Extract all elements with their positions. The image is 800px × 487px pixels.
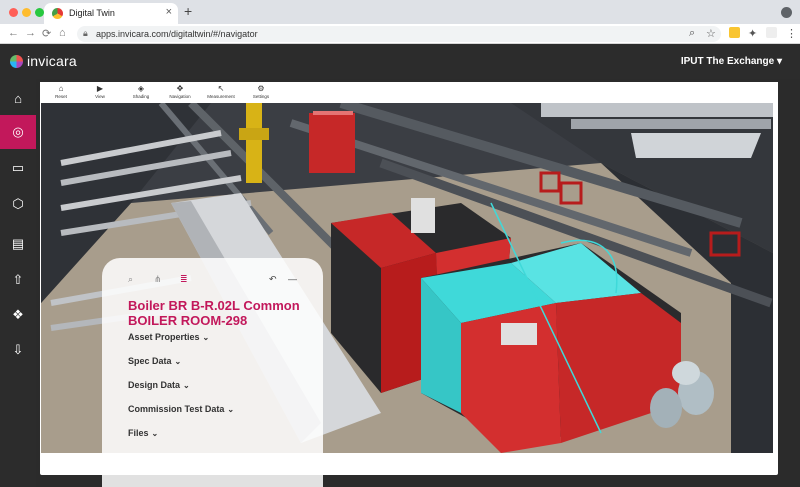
chevron-down-icon: ⌄ — [174, 357, 182, 366]
reset-button[interactable]: ⌂ Reset — [44, 84, 78, 100]
sidebar-item-navigator[interactable]: ◎ — [0, 115, 36, 149]
asset-info-panel: ⌕ ⋔ ≣ ↶ — Boiler BR B-R.02L Common BOILE… — [102, 258, 323, 487]
invicara-logo-icon — [10, 55, 23, 68]
asset-title: Boiler BR B-R.02L Common BOILER ROOM-298 — [128, 298, 318, 328]
hierarchy-icon[interactable]: ⋔ — [154, 274, 162, 285]
brand-name: invicara — [27, 53, 77, 69]
project-selector[interactable]: IPUT The Exchange ▾ — [681, 56, 782, 67]
browser-tab[interactable]: Digital Twin × — [44, 3, 178, 24]
home-nav-icon[interactable]: ⌂ — [59, 27, 66, 39]
sidebar-item-home[interactable]: ⌂ — [0, 81, 36, 115]
address-bar[interactable]: 🔒︎ apps.invicara.com/digitaltwin/#/navig… — [77, 26, 721, 42]
kebab-menu-icon[interactable]: ⋮ — [786, 27, 797, 40]
browser-tab-bar: Digital Twin × + — [0, 0, 800, 24]
back-arrow-icon[interactable]: ↶ — [269, 274, 277, 285]
close-window-button[interactable] — [9, 8, 18, 17]
sidebar: ⌂ ◎ ▭ ⬡ ▤ ⇧ ❖ ⇩ — [0, 79, 36, 487]
navigator-icon: ◎ — [12, 124, 24, 139]
view-button[interactable]: ▶ View — [83, 84, 117, 100]
chevron-down-icon: ⌄ — [202, 333, 210, 342]
url-text[interactable]: apps.invicara.com/digitaltwin/#/navigato… — [96, 29, 258, 39]
chevron-down-icon: ⌄ — [227, 405, 235, 414]
app-header: invicara IPUT The Exchange ▾ — [0, 44, 800, 79]
sidebar-item-model[interactable]: ⬡ — [0, 187, 36, 221]
section-design-data[interactable]: Design Data ⌄ — [128, 380, 190, 390]
close-tab-icon[interactable]: × — [166, 6, 172, 18]
settings-button[interactable]: ⚙ Settings — [244, 84, 278, 100]
browser-menu-icon[interactable] — [781, 7, 792, 18]
database-icon[interactable]: ≣ — [180, 274, 188, 285]
gear-icon: ⚙ — [257, 84, 265, 93]
box-icon: ▭ — [11, 160, 25, 175]
bookmark-star-icon[interactable]: ☆ — [706, 27, 716, 40]
zoom-search-icon[interactable]: ⌕ — [689, 27, 695, 40]
settings-label: Settings — [252, 94, 270, 99]
chevron-down-icon: ⌄ — [183, 381, 190, 390]
home-icon: ⌂ — [14, 90, 22, 106]
sidebar-item-download[interactable]: ⇩ — [0, 333, 36, 367]
sidebar-item-groups[interactable]: ❖ — [0, 298, 36, 332]
back-icon[interactable]: ← — [8, 27, 19, 39]
cube-icon: ⬡ — [12, 196, 24, 211]
puzzle-icon[interactable]: ✦ — [748, 27, 757, 40]
reload-icon[interactable]: ⟳ — [42, 27, 51, 40]
measurement-label: Measurement — [207, 94, 235, 99]
section-spec-data[interactable]: Spec Data ⌄ — [128, 356, 181, 366]
view-label: View — [95, 94, 105, 99]
minimize-panel-icon[interactable]: — — [288, 274, 297, 284]
measurement-button[interactable]: ↖ Measurement — [204, 84, 238, 100]
cluster-icon: ❖ — [12, 307, 24, 322]
viewer-toolbar: ⌂ Reset ▶ View ◈ Shading ✥ Navigation ↖ … — [40, 82, 778, 103]
shading-icon: ◈ — [137, 84, 145, 93]
measurement-icon: ↖ — [217, 84, 225, 93]
favicon-icon — [52, 8, 63, 19]
extension-icon[interactable] — [729, 27, 740, 38]
asset-name: Boiler BR B-R.02L Common — [128, 298, 300, 313]
browser-toolbar: ← → ⟳ ⌂ 🔒︎ apps.invicara.com/digitaltwin… — [0, 24, 800, 44]
upload-icon: ⇧ — [12, 272, 24, 287]
account-icon[interactable] — [766, 27, 777, 38]
asset-location: BOILER ROOM-298 — [128, 313, 248, 328]
navigation-icon: ✥ — [176, 84, 184, 93]
minimize-window-button[interactable] — [22, 8, 31, 17]
navigation-button[interactable]: ✥ Navigation — [163, 84, 197, 100]
download-icon: ⇩ — [12, 342, 24, 357]
search-icon[interactable]: ⌕ — [128, 274, 133, 285]
new-tab-button[interactable]: + — [184, 3, 192, 19]
lock-icon: 🔒︎ — [83, 28, 88, 38]
section-commission-test-data[interactable]: Commission Test Data ⌄ — [128, 404, 234, 414]
tab-title: Digital Twin — [69, 8, 115, 18]
section-files[interactable]: Files ⌄ — [128, 428, 158, 438]
camera-icon: ▶ — [96, 84, 104, 93]
document-icon: ▤ — [11, 236, 25, 251]
sidebar-item-assets[interactable]: ▭ — [0, 151, 36, 185]
sidebar-item-documents[interactable]: ▤ — [0, 227, 36, 261]
forward-icon[interactable]: → — [25, 27, 36, 39]
shading-label: Shading — [132, 94, 150, 99]
maximize-window-button[interactable] — [35, 8, 44, 17]
navigation-label: Navigation — [169, 94, 191, 99]
reset-icon: ⌂ — [58, 84, 64, 93]
shading-button[interactable]: ◈ Shading — [124, 84, 158, 100]
section-asset-properties[interactable]: Asset Properties ⌄ — [128, 332, 209, 342]
reset-label: Reset — [55, 94, 67, 99]
sidebar-item-upload[interactable]: ⇧ — [0, 263, 36, 297]
chevron-down-icon: ⌄ — [151, 429, 159, 438]
